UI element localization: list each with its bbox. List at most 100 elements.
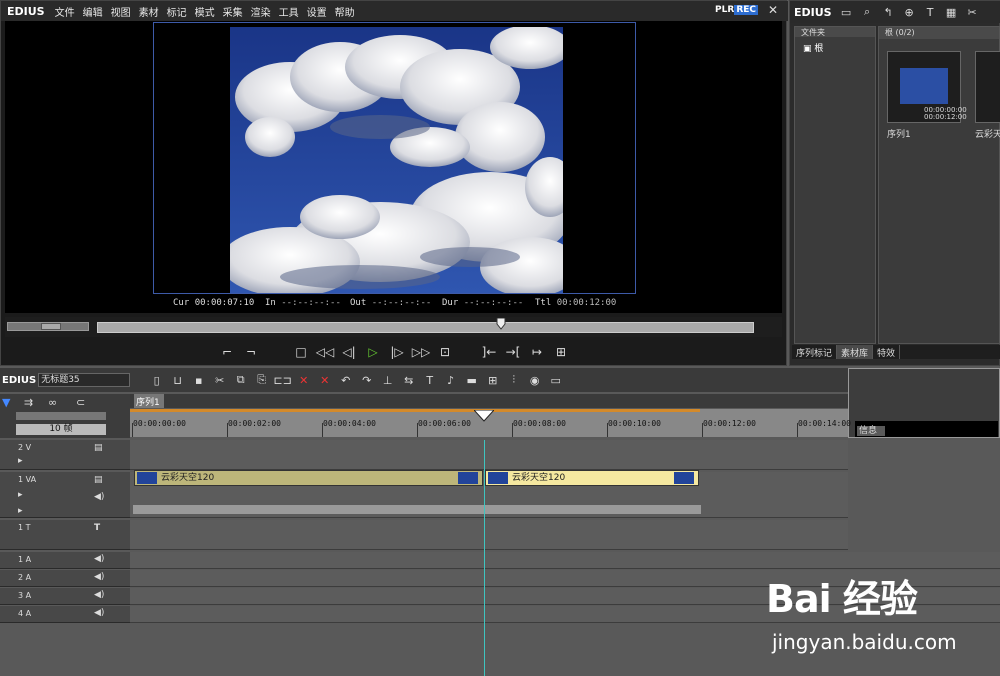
- title-icon[interactable]: T: [920, 6, 941, 19]
- monitor-icon[interactable]: ▤: [94, 443, 103, 453]
- step-forward-icon[interactable]: |▷: [385, 341, 409, 363]
- up-folder-icon[interactable]: ↰: [878, 6, 899, 19]
- root-folder[interactable]: ▣ 根: [803, 41, 823, 54]
- out-timecode: --:--:--:--: [371, 298, 432, 308]
- rewind-icon[interactable]: ◁◁: [313, 341, 337, 363]
- menu-clip[interactable]: 素材: [135, 4, 163, 19]
- lane-a1[interactable]: [130, 552, 1000, 569]
- title-track-icon[interactable]: T: [94, 523, 100, 533]
- tab-effects[interactable]: 特效: [873, 345, 901, 359]
- stop-icon[interactable]: □: [289, 341, 313, 363]
- ruler-label: 00:00:02:00: [228, 419, 281, 428]
- speaker-icon[interactable]: ◀): [94, 572, 104, 582]
- expand-icon[interactable]: ▸: [18, 506, 23, 516]
- add-clip-icon[interactable]: ⊕: [899, 6, 920, 19]
- sync-icon[interactable]: ⊂: [76, 396, 85, 409]
- in-out-range: [130, 409, 700, 412]
- speaker-icon[interactable]: ◀): [94, 608, 104, 618]
- microphone-icon[interactable]: ♪: [440, 374, 461, 387]
- shuttle-slider[interactable]: [7, 322, 89, 331]
- fast-forward-icon[interactable]: ▷▷: [409, 341, 433, 363]
- close-icon[interactable]: ✕: [768, 3, 778, 17]
- out-label: Out: [350, 298, 367, 308]
- play-icon[interactable]: ▷: [361, 341, 385, 363]
- menu-mode[interactable]: 模式: [191, 4, 219, 19]
- monitor-icon[interactable]: ▤: [94, 475, 103, 485]
- menu-edit[interactable]: 编辑: [79, 4, 107, 19]
- speaker-icon[interactable]: ◀): [94, 554, 104, 564]
- folder-icon[interactable]: ▭: [836, 6, 857, 19]
- extract-icon[interactable]: ↦: [525, 341, 549, 363]
- save-icon[interactable]: ▪: [188, 374, 209, 387]
- delete-icon[interactable]: ✕: [293, 374, 314, 387]
- link-icon[interactable]: ∞: [48, 396, 57, 409]
- open-icon[interactable]: ⊔: [167, 374, 188, 387]
- render-icon[interactable]: ⊞: [549, 341, 573, 363]
- cut-icon[interactable]: ✂: [962, 6, 983, 19]
- bin-logo: EDIUS: [794, 5, 832, 19]
- menu-tools[interactable]: 工具: [275, 4, 303, 19]
- speaker-icon[interactable]: ◀): [94, 492, 104, 502]
- copy-icon[interactable]: ⧉: [230, 373, 251, 387]
- plr-rec-toggle[interactable]: PLR REC: [715, 5, 758, 15]
- lane-t1[interactable]: [130, 520, 848, 550]
- step-back-icon[interactable]: ◁|: [337, 341, 361, 363]
- overwrite-icon[interactable]: →[: [501, 341, 525, 363]
- in-label: In: [265, 298, 276, 308]
- cur-timecode: 00:00:07:10: [194, 298, 255, 308]
- menu-render[interactable]: 渲染: [247, 4, 275, 19]
- speaker-icon[interactable]: ◀): [94, 590, 104, 600]
- loop-icon[interactable]: ⊡: [433, 341, 457, 363]
- menu-marker[interactable]: 标记: [163, 4, 191, 19]
- position-marker[interactable]: [496, 318, 506, 330]
- redo-icon[interactable]: ↷: [356, 374, 377, 387]
- menu-capture[interactable]: 采集: [219, 4, 247, 19]
- timeline-playhead[interactable]: [474, 410, 494, 422]
- clip-thumb-cloud[interactable]: [975, 51, 1000, 123]
- menu-file[interactable]: 文件: [51, 4, 79, 19]
- search-icon[interactable]: ⌕: [857, 5, 878, 19]
- separator: [457, 341, 477, 363]
- tab-sequence-markers[interactable]: 序列标记: [792, 345, 838, 359]
- tab-sequence1[interactable]: 序列1: [134, 394, 164, 408]
- zoom-level[interactable]: 10 帧: [16, 424, 106, 435]
- menu-view[interactable]: 视图: [107, 4, 135, 19]
- project-name[interactable]: 无标题35: [38, 373, 131, 387]
- zoom-slider[interactable]: [16, 412, 106, 420]
- settings-icon[interactable]: ▭: [545, 374, 566, 387]
- bin-toolbar: EDIUS ▭ ⌕ ↰ ⊕ T ▦ ✂: [790, 1, 1000, 23]
- ruler-label: 00:00:04:00: [323, 419, 376, 428]
- set-out-icon[interactable]: ¬: [239, 341, 263, 363]
- lane-v2[interactable]: [130, 440, 848, 470]
- undo-icon[interactable]: ↶: [335, 374, 356, 387]
- new-sequence-icon[interactable]: ▯: [146, 374, 167, 387]
- insert-icon[interactable]: ]←: [477, 341, 501, 363]
- position-bar[interactable]: [97, 322, 754, 333]
- clip-thumb-sequence1[interactable]: 00:00:00:00 00:00:12:00: [887, 51, 967, 123]
- expand-icon[interactable]: ▸: [18, 490, 23, 500]
- track-header-a3: 3 A ◀): [0, 588, 130, 605]
- sync-icon[interactable]: ⇆: [398, 374, 419, 387]
- ripple-icon[interactable]: ⇉: [24, 396, 33, 409]
- timeline-clip[interactable]: 云彩天空120: [134, 470, 483, 486]
- render-icon[interactable]: ▬: [461, 374, 482, 387]
- expand-icon[interactable]: ▸: [18, 456, 23, 466]
- grid-icon[interactable]: ⊞: [482, 374, 503, 387]
- track-select-icon[interactable]: ▼: [2, 396, 10, 409]
- color-bars-icon[interactable]: ▦: [941, 6, 962, 19]
- set-in-icon[interactable]: ⌐: [215, 341, 239, 363]
- shuttle-knob[interactable]: [41, 323, 61, 330]
- export-icon[interactable]: ◉: [524, 374, 545, 387]
- timeline-clip[interactable]: 云彩天空120: [485, 470, 699, 486]
- track-header-v2: 2 V ▤ ▸: [0, 440, 130, 470]
- menu-settings[interactable]: 设置: [303, 4, 331, 19]
- title-icon[interactable]: T: [419, 374, 440, 387]
- ripple-delete-icon[interactable]: ✕: [314, 374, 335, 387]
- mixer-icon[interactable]: ⫶: [503, 373, 524, 387]
- menu-help[interactable]: 帮助: [331, 4, 359, 19]
- snap-icon[interactable]: ⊥: [377, 374, 398, 387]
- paste-icon[interactable]: ⎘: [251, 373, 272, 387]
- replace-icon[interactable]: ⊏⊐: [272, 374, 293, 387]
- cut-icon[interactable]: ✂: [209, 374, 230, 387]
- tab-asset-library[interactable]: 素材库: [837, 345, 874, 359]
